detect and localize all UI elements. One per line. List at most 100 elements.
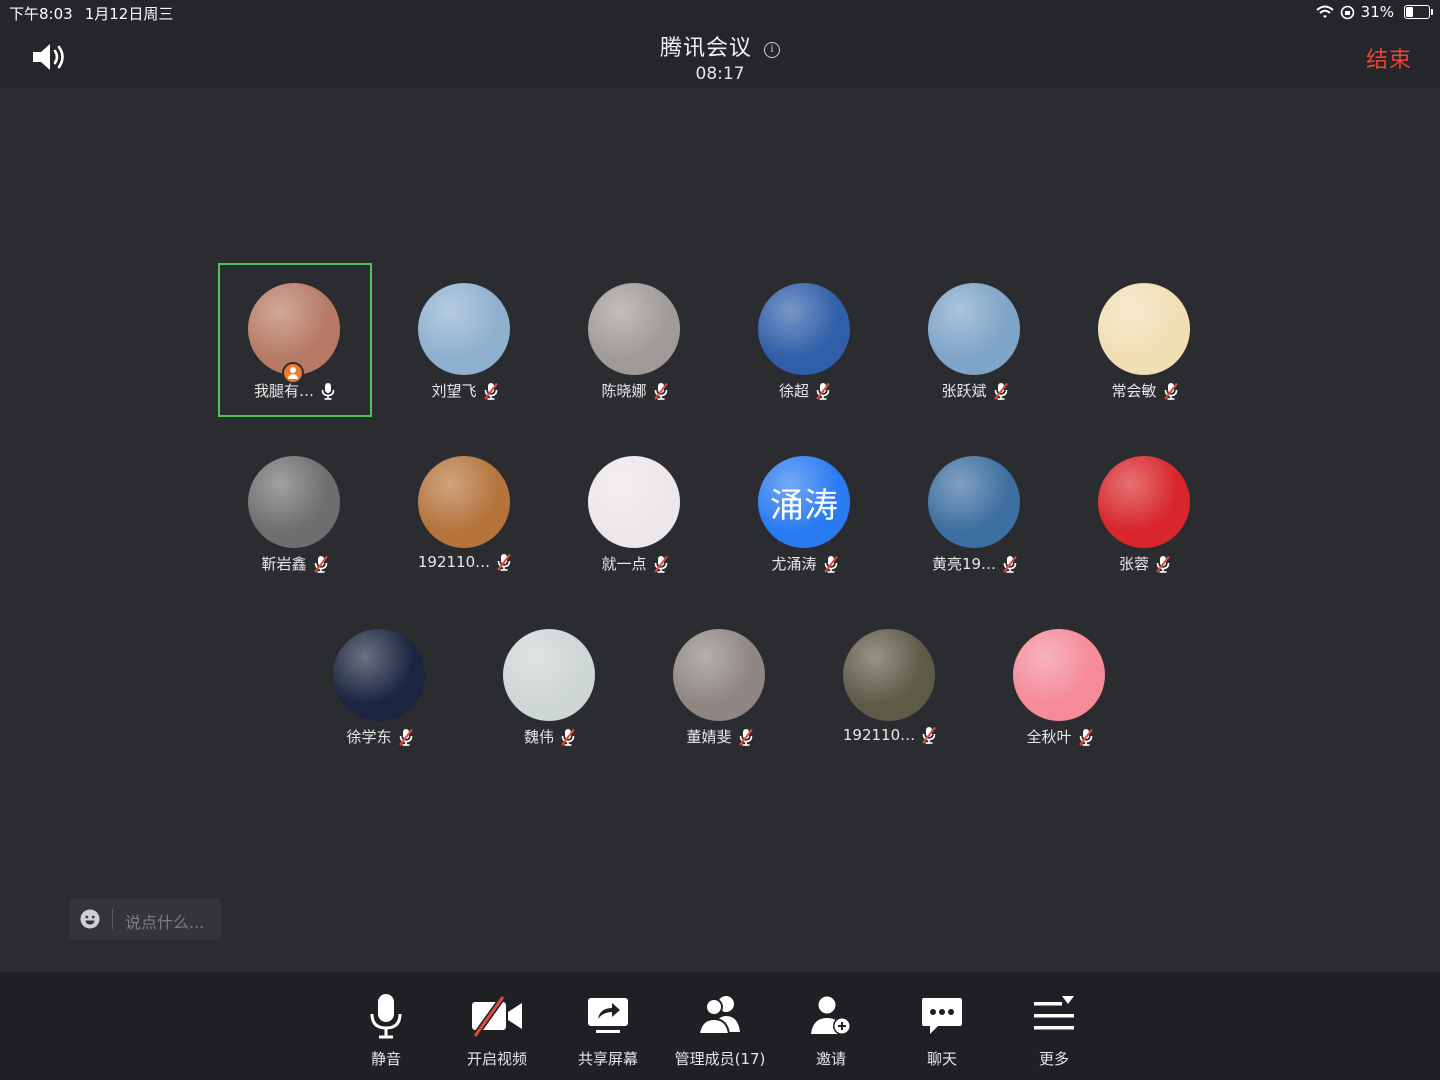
participant-tile[interactable]: 全秋叶 (983, 609, 1137, 763)
status-date: 1月12日周三 (84, 5, 174, 23)
participant-name-row: 全秋叶 (983, 726, 1137, 747)
participant-name: 192110… (842, 726, 916, 744)
avatar (843, 629, 935, 721)
status-indicators: 31% (1315, 3, 1433, 21)
mic-muted-icon (921, 726, 937, 744)
end-meeting-button[interactable]: 结束 (1366, 42, 1412, 74)
participant-tile[interactable]: 徐超 (728, 263, 882, 417)
mic-muted-icon (1002, 555, 1018, 573)
chat-placeholder: 说点什么... (125, 913, 205, 932)
avatar (1098, 456, 1190, 548)
invite-label: 邀请 (815, 1050, 846, 1068)
mic-muted-icon (653, 382, 669, 400)
participant-name: 徐超 (778, 382, 809, 400)
participant-name-row: 魏伟 (473, 726, 627, 747)
invite-button[interactable]: 邀请 (776, 972, 886, 1080)
avatar-text: 涌涛 (770, 485, 838, 526)
mic-muted-icon (1155, 555, 1171, 573)
video-label: 开启视频 (466, 1050, 527, 1068)
participant-tile[interactable]: 192110… (388, 436, 542, 590)
video-button[interactable]: 开启视频 (442, 972, 552, 1080)
avatar (1013, 629, 1105, 721)
participant-name: 张跃斌 (941, 382, 987, 400)
participant-tile[interactable]: 张跃斌 (898, 263, 1052, 417)
participant-name-row: 192110… (813, 726, 967, 744)
mic-muted-icon (496, 553, 512, 571)
participant-tile[interactable]: 董婧斐 (643, 609, 797, 763)
wifi-icon (1315, 5, 1334, 18)
mic-muted-icon (993, 382, 1009, 400)
participant-tile[interactable]: 我腿有… (218, 263, 372, 417)
participant-tile[interactable]: 魏伟 (473, 609, 627, 763)
meeting-toolbar: 静音 开启视频 共享屏幕 管理成员(17) 邀请 聊天 更多 (0, 972, 1440, 1080)
members-icon (697, 996, 740, 1035)
mic-muted-icon (1163, 382, 1179, 400)
participant-name: 徐学东 (346, 728, 392, 746)
mute-label: 静音 (370, 1050, 401, 1068)
participant-tile[interactable]: 涌涛 尤涌涛 (728, 436, 882, 590)
mic-muted-icon (398, 728, 414, 746)
rotation-lock-icon (1340, 5, 1354, 19)
video-off-icon (472, 995, 522, 1038)
mic-on-icon (320, 382, 336, 400)
participant-tile[interactable]: 就一点 (558, 436, 712, 590)
participant-name: 就一点 (601, 555, 647, 573)
mic-muted-icon (823, 555, 839, 573)
avatar (928, 456, 1020, 548)
chat-button[interactable]: 聊天 (887, 972, 997, 1080)
participant-name: 192110… (417, 553, 491, 571)
mic-muted-icon (560, 728, 576, 746)
share-screen-label: 共享屏幕 (577, 1050, 638, 1068)
chat-icon (922, 998, 962, 1034)
status-bar: 下午8:03 1月12日周三 31% (0, 0, 1440, 26)
manage-members-button[interactable]: 管理成员(17) (665, 972, 775, 1080)
participant-tile[interactable]: 刘望飞 (388, 263, 542, 417)
participant-name: 常会敏 (1111, 382, 1157, 400)
participant-name-row: 192110… (388, 553, 542, 571)
participant-name: 我腿有… (253, 382, 314, 400)
chat-input[interactable]: 说点什么... (69, 898, 222, 940)
participant-tile[interactable]: 常会敏 (1068, 263, 1222, 417)
avatar (588, 456, 680, 548)
participant-name-row: 刘望飞 (388, 380, 542, 401)
chat-label: 聊天 (926, 1050, 957, 1068)
info-icon[interactable]: i (764, 42, 780, 58)
more-button[interactable]: 更多 (999, 972, 1109, 1080)
status-datetime: 下午8:03 1月12日周三 (9, 3, 173, 24)
participant-tile[interactable]: 黄亮19… (898, 436, 1052, 590)
participant-tile[interactable]: 张蓉 (1068, 436, 1222, 590)
meeting-title-block: 腾讯会议 i 08:17 (0, 26, 1440, 84)
share-screen-button[interactable]: 共享屏幕 (553, 972, 663, 1080)
participant-name-row: 张蓉 (1068, 553, 1222, 574)
emoji-icon[interactable] (80, 909, 100, 929)
avatar (928, 283, 1020, 375)
share-screen-icon (588, 998, 628, 1033)
participant-name-row: 常会敏 (1068, 380, 1222, 401)
avatar (588, 283, 680, 375)
more-icon (1034, 996, 1074, 1030)
mic-muted-icon (1078, 728, 1094, 746)
participant-name-row: 尤涌涛 (728, 553, 882, 574)
mic-muted-icon (815, 382, 831, 400)
chat-divider (112, 909, 113, 929)
participant-tile[interactable]: 192110… (813, 609, 967, 763)
participant-name-row: 董婧斐 (643, 726, 797, 747)
participant-tile[interactable]: 陈晓娜 (558, 263, 712, 417)
participant-tile[interactable]: 靳岩鑫 (218, 436, 372, 590)
participant-tile[interactable]: 徐学东 (303, 609, 457, 763)
participant-name: 魏伟 (523, 728, 554, 746)
meeting-title: 腾讯会议 (659, 36, 752, 61)
participant-name-row: 陈晓娜 (558, 380, 712, 401)
avatar (673, 629, 765, 721)
participant-name: 全秋叶 (1026, 728, 1072, 746)
mic-muted-icon (483, 382, 499, 400)
mic-muted-icon (738, 728, 754, 746)
mic-muted-icon (653, 555, 669, 573)
mute-button[interactable]: 静音 (331, 972, 441, 1080)
participant-name: 陈晓娜 (601, 382, 647, 400)
more-label: 更多 (1038, 1050, 1069, 1068)
avatar (1098, 283, 1190, 375)
mic-icon (370, 994, 402, 1039)
avatar (333, 629, 425, 721)
battery-icon (1404, 5, 1433, 19)
